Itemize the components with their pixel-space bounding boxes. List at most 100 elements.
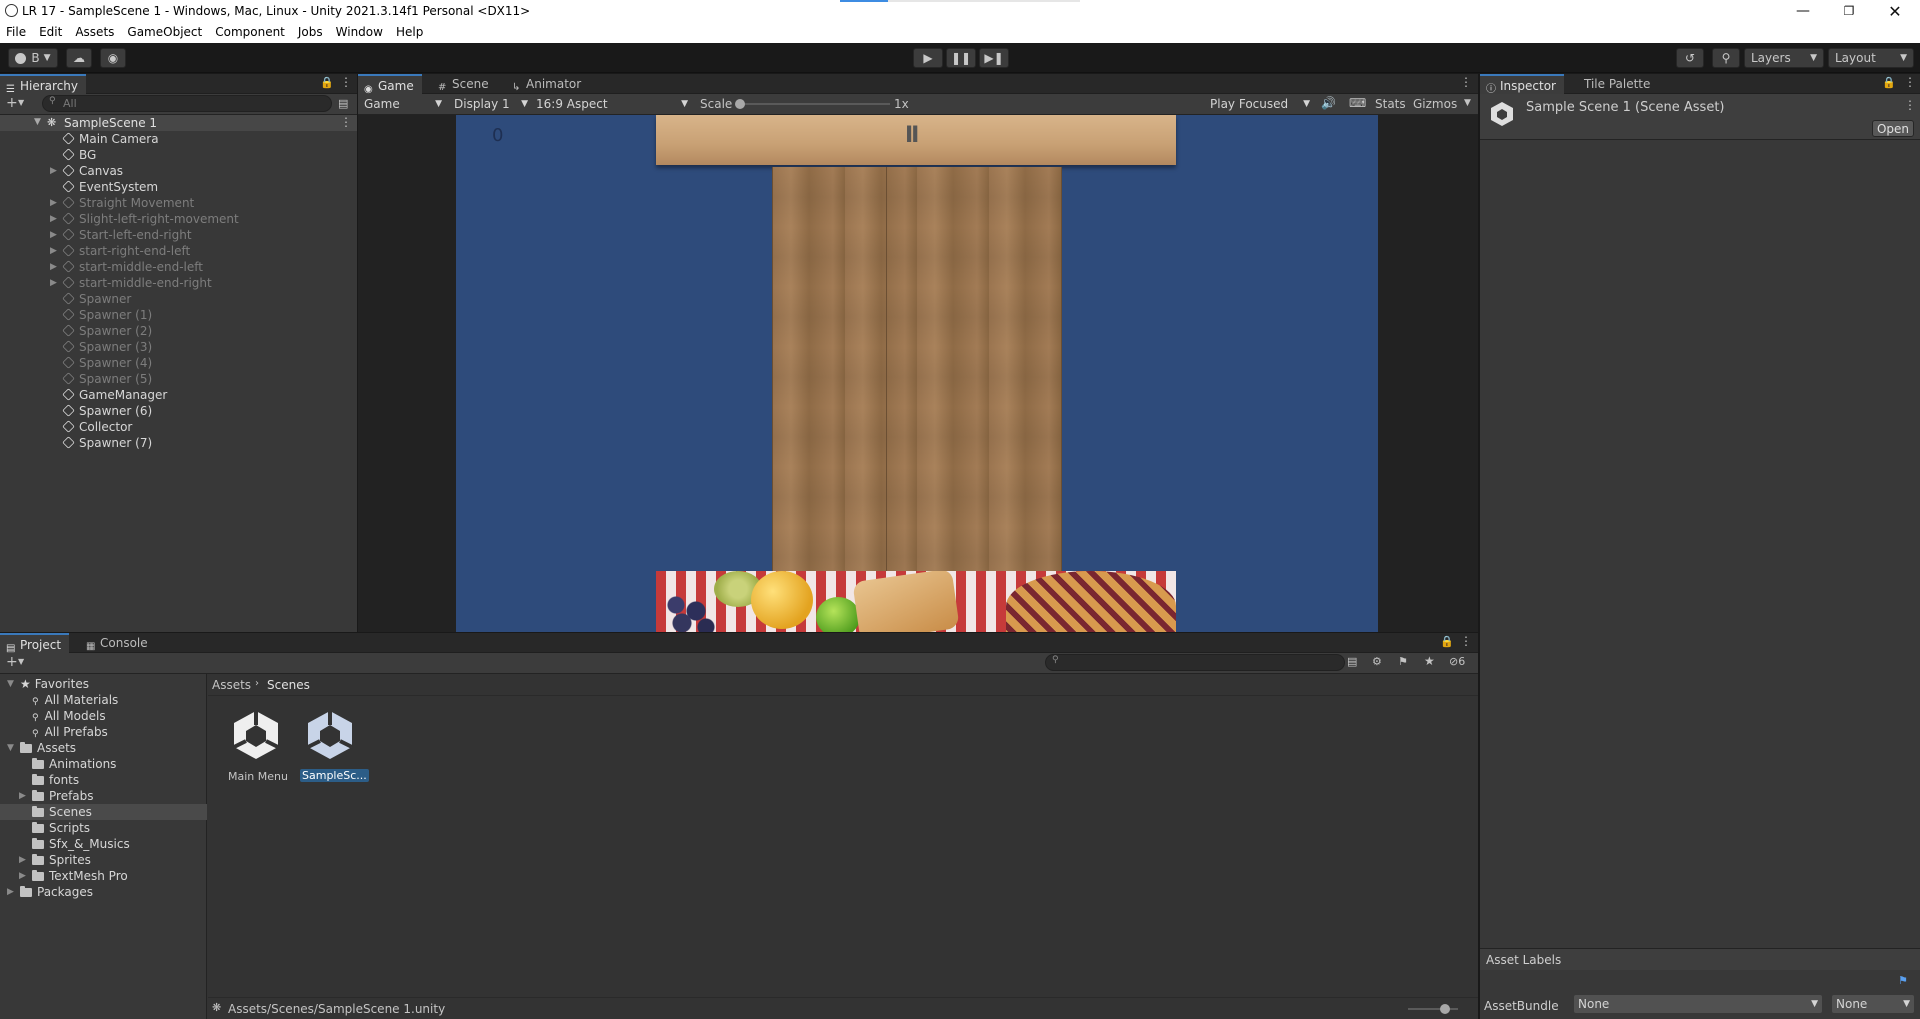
undo-history-icon[interactable]: ↺ [1676, 48, 1704, 68]
expand-arrow-icon[interactable]: ▶ [50, 275, 57, 291]
add-icon[interactable]: + [6, 95, 18, 111]
assets-row[interactable]: ▼ Assets [7, 740, 76, 756]
search-by-type-icon[interactable]: ▤ [1347, 655, 1357, 668]
hierarchy-item[interactable]: Spawner (7) [62, 435, 152, 451]
game-viewport[interactable]: 0 II [456, 115, 1378, 632]
menu-edit[interactable]: Edit [39, 22, 62, 43]
tab-inspector[interactable]: ⓘ Inspector [1480, 74, 1564, 95]
lock-icon[interactable]: 🔒 [320, 76, 334, 89]
pause-game-button[interactable]: II [905, 123, 919, 148]
cloud-icon[interactable]: ☁ [66, 48, 92, 68]
collab-icon[interactable]: ◉ [100, 48, 126, 68]
gizmos-button[interactable]: Gizmos [1413, 97, 1457, 111]
hierarchy-item[interactable]: ▶ start-right-end-left [50, 243, 190, 259]
view-select-dropdown[interactable]: Game ▼ [360, 95, 446, 113]
menu-window[interactable]: Window [336, 22, 383, 43]
chevron-down-icon[interactable]: ▼ [18, 657, 24, 666]
hierarchy-item[interactable]: ▶ start-middle-end-left [50, 259, 203, 275]
layers-dropdown[interactable]: Layers ▼ [1744, 48, 1824, 68]
filter-type-icon[interactable]: ⚙ [1372, 655, 1382, 668]
hierarchy-item[interactable]: Spawner (1) [62, 307, 152, 323]
hierarchy-item[interactable]: Spawner (5) [62, 371, 152, 387]
scale-slider[interactable] [735, 99, 890, 109]
assetbundle-variant-dropdown[interactable]: None ▼ [1832, 995, 1914, 1013]
icon-size-slider-thumb[interactable] [1440, 1004, 1450, 1014]
hierarchy-item[interactable]: Spawner (6) [62, 403, 152, 419]
expand-arrow-icon[interactable]: ▶ [50, 259, 57, 275]
folder-row[interactable]: ▶ TextMesh Pro [0, 868, 207, 884]
breadcrumb-scenes[interactable]: Scenes [267, 678, 310, 692]
hierarchy-item[interactable]: Main Camera [62, 131, 159, 147]
favorite-item[interactable]: ⚲ All Materials [32, 692, 118, 708]
folder-row[interactable]: Scenes [0, 804, 207, 820]
folder-row[interactable]: ▶ Sprites [0, 852, 207, 868]
file-item-samplescene[interactable]: SampleSc... [290, 703, 370, 783]
hierarchy-item[interactable]: ▶ Start-left-end-right [50, 227, 192, 243]
close-icon[interactable]: ✕ [1872, 0, 1918, 22]
restore-icon[interactable]: ❐ [1826, 0, 1872, 22]
label-filter-icon[interactable]: ⚑ [1398, 655, 1408, 668]
menu-jobs[interactable]: Jobs [298, 22, 323, 43]
hidden-packages-icon[interactable]: ⊘6 [1449, 655, 1465, 668]
folder-row[interactable]: fonts [0, 772, 207, 788]
assetbundle-dropdown[interactable]: None ▼ [1574, 995, 1822, 1013]
menu-help[interactable]: Help [396, 22, 423, 43]
hierarchy-search-input[interactable]: ⚲ All [42, 95, 332, 112]
play-mode-dropdown[interactable]: Play Focused ▼ [1206, 95, 1314, 113]
expand-arrow-icon[interactable]: ▶ [50, 211, 57, 227]
tab-tile-palette[interactable]: Tile Palette [1564, 74, 1658, 94]
expand-arrow-icon[interactable]: ▶ [50, 195, 57, 211]
menu-assets[interactable]: Assets [75, 22, 114, 43]
hierarchy-item[interactable]: Collector [62, 419, 132, 435]
tab-animator[interactable]: ↳ Animator [506, 74, 589, 94]
add-icon[interactable]: + [6, 654, 18, 670]
folder-row[interactable]: Scripts [0, 820, 207, 836]
favorite-item[interactable]: ⚲ All Prefabs [32, 724, 108, 740]
layout-dropdown[interactable]: Layout ▼ [1828, 48, 1914, 68]
step-button[interactable]: ▶❚ [979, 48, 1009, 68]
panel-menu-icon[interactable]: ⋮ [1460, 634, 1472, 648]
tab-project[interactable]: ▤ Project [0, 633, 70, 654]
play-button[interactable]: ▶ [913, 48, 943, 68]
panel-menu-icon[interactable]: ⋮ [1460, 75, 1472, 89]
scene-menu-icon[interactable]: ⋮ [340, 115, 352, 129]
keyboard-icon[interactable]: ⌨ [1349, 96, 1366, 110]
folder-row[interactable]: Animations [0, 756, 207, 772]
display-dropdown[interactable]: Display 1 ▼ [450, 95, 532, 113]
menu-gameobject[interactable]: GameObject [127, 22, 202, 43]
expand-arrow-icon[interactable]: ▼ [34, 117, 41, 127]
chevron-down-icon[interactable]: ▼ [18, 98, 24, 107]
scene-row[interactable]: ▼ ❋ SampleScene 1 ⋮ [0, 115, 357, 131]
hierarchy-item[interactable]: ▶ Straight Movement [50, 195, 194, 211]
tab-game[interactable]: ◉ Game [358, 74, 422, 95]
minimize-icon[interactable]: — [1780, 0, 1826, 22]
expand-arrow-icon[interactable]: ▶ [19, 868, 26, 884]
packages-row[interactable]: ▶ Packages [7, 884, 93, 900]
search-icon[interactable]: ⚲ [1712, 48, 1740, 68]
aspect-dropdown[interactable]: 16:9 Aspect ▼ [532, 95, 692, 113]
expand-arrow-icon[interactable]: ▶ [50, 163, 57, 179]
scale-slider-thumb[interactable] [735, 99, 745, 109]
file-item-main-menu[interactable]: Main Menu [218, 703, 298, 783]
lock-icon[interactable]: 🔒 [1882, 76, 1896, 89]
tab-hierarchy[interactable]: ☰ Hierarchy [0, 74, 87, 95]
icon-size-slider[interactable] [1408, 1004, 1458, 1014]
menu-component[interactable]: Component [215, 22, 285, 43]
expand-arrow-icon[interactable]: ▶ [50, 243, 57, 259]
hierarchy-item[interactable]: Spawner (3) [62, 339, 152, 355]
gizmos-dropdown-icon[interactable]: ▼ [1464, 98, 1471, 108]
search-options-icon[interactable]: ▤ [338, 97, 348, 110]
hierarchy-item[interactable]: EventSystem [62, 179, 158, 195]
panel-menu-icon[interactable]: ⋮ [1904, 75, 1916, 89]
hierarchy-item[interactable]: ▶ Canvas [50, 163, 123, 179]
pause-button[interactable]: ❚❚ [946, 48, 976, 68]
hierarchy-item[interactable]: Spawner [62, 291, 131, 307]
favorites-row[interactable]: ▼ ★ Favorites [7, 676, 89, 692]
hierarchy-item[interactable]: ▶ Slight-left-right-movement [50, 211, 239, 227]
lock-icon[interactable]: 🔒 [1440, 635, 1454, 648]
folder-row[interactable]: Sfx_&_Musics [0, 836, 207, 852]
favorite-item[interactable]: ⚲ All Models [32, 708, 106, 724]
audio-mute-icon[interactable]: 🔊 [1321, 96, 1336, 110]
hierarchy-item[interactable]: ▶ start-middle-end-right [50, 275, 212, 291]
stats-button[interactable]: Stats [1375, 97, 1406, 111]
